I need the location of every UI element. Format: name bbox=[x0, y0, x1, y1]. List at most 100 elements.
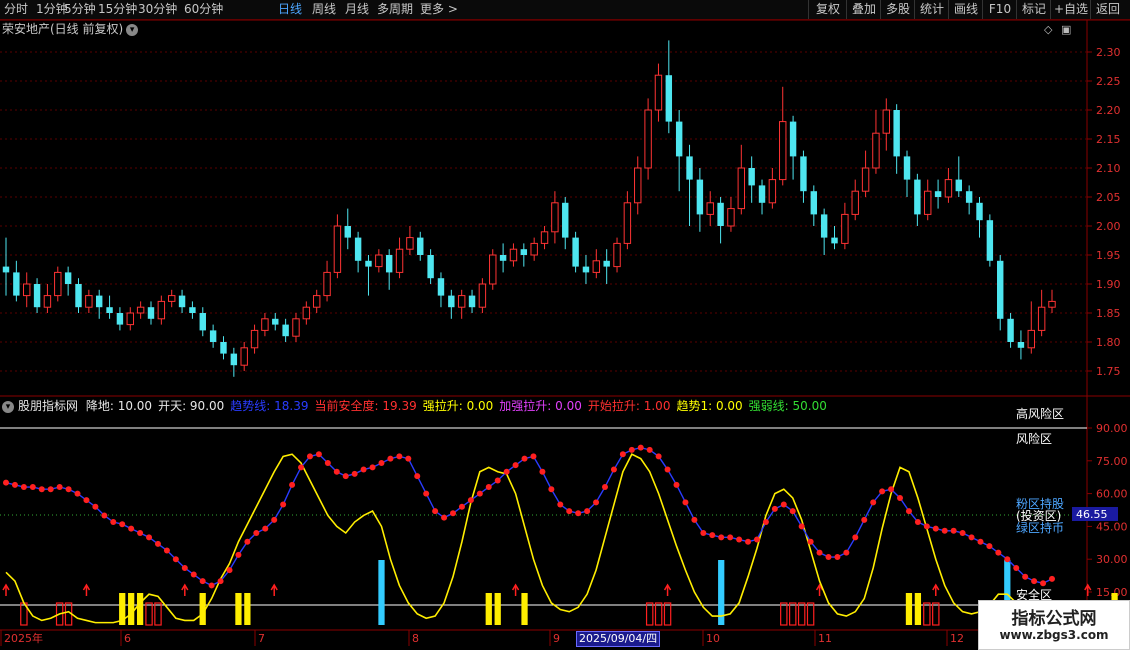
candle bbox=[395, 237, 404, 279]
candle bbox=[199, 307, 206, 337]
candle bbox=[572, 231, 579, 273]
up-arrow-icon bbox=[270, 583, 278, 596]
candle bbox=[551, 191, 559, 244]
candle bbox=[272, 313, 279, 331]
price-tick-label: 1.90 bbox=[1096, 278, 1121, 291]
safety-dot bbox=[306, 453, 313, 460]
safety-dot bbox=[360, 466, 367, 473]
safety-dot bbox=[11, 481, 18, 488]
safety-dot bbox=[1049, 575, 1055, 582]
candle bbox=[634, 156, 642, 215]
candle bbox=[872, 110, 880, 174]
safety-dot bbox=[959, 529, 966, 536]
safety-dot bbox=[423, 490, 430, 497]
safety-dot bbox=[637, 444, 644, 451]
safety-dot bbox=[20, 484, 27, 491]
safety-dot bbox=[575, 510, 582, 517]
safety-dot bbox=[172, 556, 179, 563]
safety-dot bbox=[601, 484, 608, 491]
candle bbox=[126, 307, 134, 331]
safety-dot bbox=[441, 514, 448, 521]
safety-dot bbox=[217, 578, 224, 585]
safety-dot bbox=[548, 486, 555, 493]
candle bbox=[779, 86, 787, 186]
candle bbox=[240, 342, 248, 371]
candle bbox=[13, 260, 20, 302]
safety-dot bbox=[655, 453, 662, 460]
candle bbox=[644, 98, 652, 180]
window-icon[interactable]: ▣ bbox=[1061, 23, 1071, 36]
diamond-icon[interactable]: ◇ bbox=[1044, 23, 1053, 36]
date-label: 10 bbox=[706, 632, 720, 645]
candle bbox=[696, 168, 704, 232]
candle bbox=[64, 266, 72, 296]
candle bbox=[934, 179, 942, 209]
safety-dot bbox=[432, 508, 439, 515]
candle bbox=[261, 313, 269, 337]
safety-dot bbox=[861, 516, 868, 523]
candle bbox=[23, 272, 31, 308]
candle bbox=[831, 226, 838, 250]
up-arrow-icon bbox=[663, 583, 672, 596]
safety-dot bbox=[691, 516, 698, 523]
candle bbox=[540, 226, 549, 250]
candle bbox=[417, 231, 424, 261]
safety-dot bbox=[825, 554, 832, 561]
signal-bar bbox=[905, 593, 913, 625]
candle bbox=[147, 301, 155, 325]
candle bbox=[737, 144, 746, 215]
up-arrow-icon bbox=[82, 583, 91, 596]
safety-dot bbox=[163, 547, 170, 554]
safety-dot bbox=[905, 508, 912, 515]
candle bbox=[810, 185, 818, 226]
safety-dot bbox=[897, 494, 904, 501]
chart-canvas[interactable]: ◇ ▣ 2.30 2.25 2.20 2.15 2.10 2.05 2.00 1.95 1.90 1.… bbox=[0, 0, 1130, 650]
candle bbox=[727, 197, 735, 232]
candle bbox=[220, 336, 227, 360]
candle bbox=[230, 347, 238, 377]
indicator-param-1: 开天: 90.00 bbox=[158, 399, 225, 413]
chevron-down-icon[interactable]: ▾ bbox=[2, 400, 14, 413]
safety-dot bbox=[646, 446, 653, 453]
current-value-badge: 46.55 bbox=[1072, 507, 1118, 521]
date-label: 7 bbox=[258, 632, 265, 645]
safety-dot bbox=[843, 549, 850, 556]
candle bbox=[800, 150, 807, 203]
safety-dot bbox=[870, 499, 877, 506]
safety-dot bbox=[280, 501, 287, 508]
price-tick-label: 1.95 bbox=[1096, 249, 1121, 262]
safety-dot bbox=[682, 499, 689, 506]
indicator-param-4: 强拉升: 0.00 bbox=[422, 399, 494, 413]
candle bbox=[1027, 301, 1035, 354]
safety-dot bbox=[780, 501, 787, 508]
safety-dot bbox=[396, 453, 403, 460]
candle bbox=[354, 231, 362, 273]
candle bbox=[302, 301, 311, 325]
safety-dot bbox=[414, 473, 421, 480]
cursor-date: 2025/09/04/四 bbox=[576, 631, 661, 647]
indicator-param-8: 强弱线: 50.00 bbox=[748, 399, 827, 413]
candle bbox=[116, 307, 124, 331]
candle bbox=[861, 150, 870, 197]
safety-dot bbox=[146, 534, 153, 541]
safety-dot bbox=[914, 519, 921, 526]
safety-dot bbox=[816, 549, 823, 556]
safety-dot bbox=[771, 505, 778, 512]
candle bbox=[499, 243, 507, 273]
up-arrow-icon bbox=[2, 583, 10, 596]
signal-bar bbox=[914, 593, 922, 625]
safety-dot bbox=[494, 477, 501, 484]
signal-bar bbox=[154, 602, 162, 626]
safety-dot bbox=[199, 578, 206, 585]
safety-dot bbox=[137, 529, 144, 536]
candle bbox=[530, 237, 538, 261]
candle bbox=[292, 313, 300, 342]
safety-dot bbox=[476, 490, 483, 497]
price-tick-label: 2.25 bbox=[1096, 75, 1121, 88]
safety-dot bbox=[351, 470, 358, 477]
candle bbox=[209, 324, 217, 348]
candle bbox=[178, 289, 186, 313]
safety-dot bbox=[512, 462, 519, 469]
candle bbox=[613, 237, 621, 273]
price-tick-label: 2.30 bbox=[1096, 46, 1121, 59]
